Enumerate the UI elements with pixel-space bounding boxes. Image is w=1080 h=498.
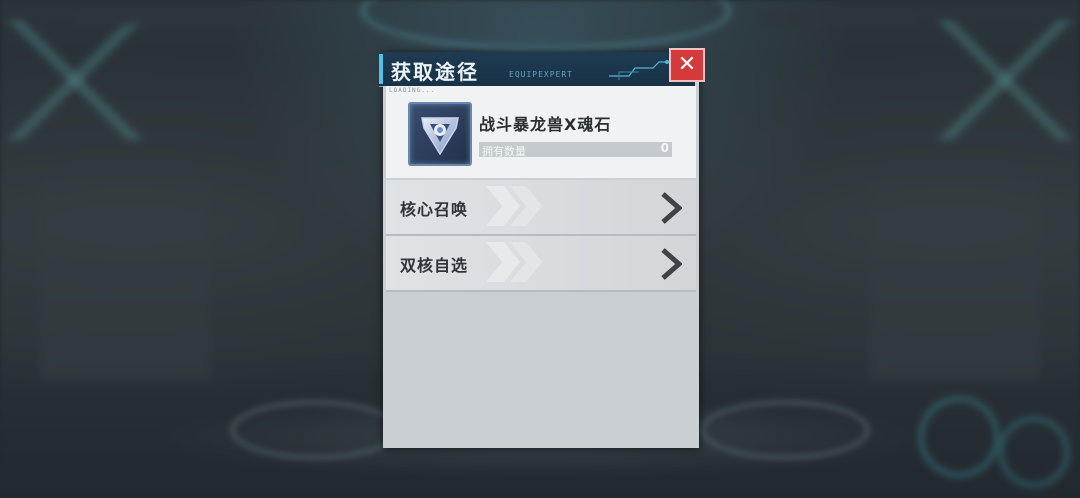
circuit-decoration [609,60,669,80]
item-name: 战斗暴龙兽X魂石 [479,115,612,134]
close-icon: ✕ [677,52,697,77]
close-button[interactable]: ✕ [669,48,705,82]
route-label: 核心召唤 [400,200,469,219]
dialog-title: 获取途径 [391,60,479,84]
route-core-summon[interactable]: 核心召唤 [386,180,696,236]
acquire-route-dialog: 获取途径 EQUIPEXPERT ✕ LOADING... 战斗暴龙兽X魂石 拥… [379,48,705,448]
owned-count: 0 [660,141,669,155]
chevron-watermark-icon [486,242,542,282]
route-dual-core-select[interactable]: 双核自选 [386,236,696,292]
route-label: 双核自选 [400,256,469,275]
owned-count-bar: 拥有数量 0 [479,141,672,158]
title-decoration: EQUIPEXPERT [509,70,573,79]
chevron-watermark-icon [486,186,542,226]
soul-stone-icon [408,102,472,166]
chevron-right-icon [661,192,682,224]
owned-label: 拥有数量 [482,145,526,158]
loading-text: LOADING... [389,87,436,94]
dialog-titlebar: 获取途径 EQUIPEXPERT [379,52,695,87]
chevron-right-icon [661,248,682,280]
dialog-body: LOADING... 战斗暴龙兽X魂石 拥有数量 0 核心召唤 双核自选 [383,86,699,448]
title-accent [379,54,383,84]
item-card: LOADING... 战斗暴龙兽X魂石 拥有数量 0 [386,86,696,178]
